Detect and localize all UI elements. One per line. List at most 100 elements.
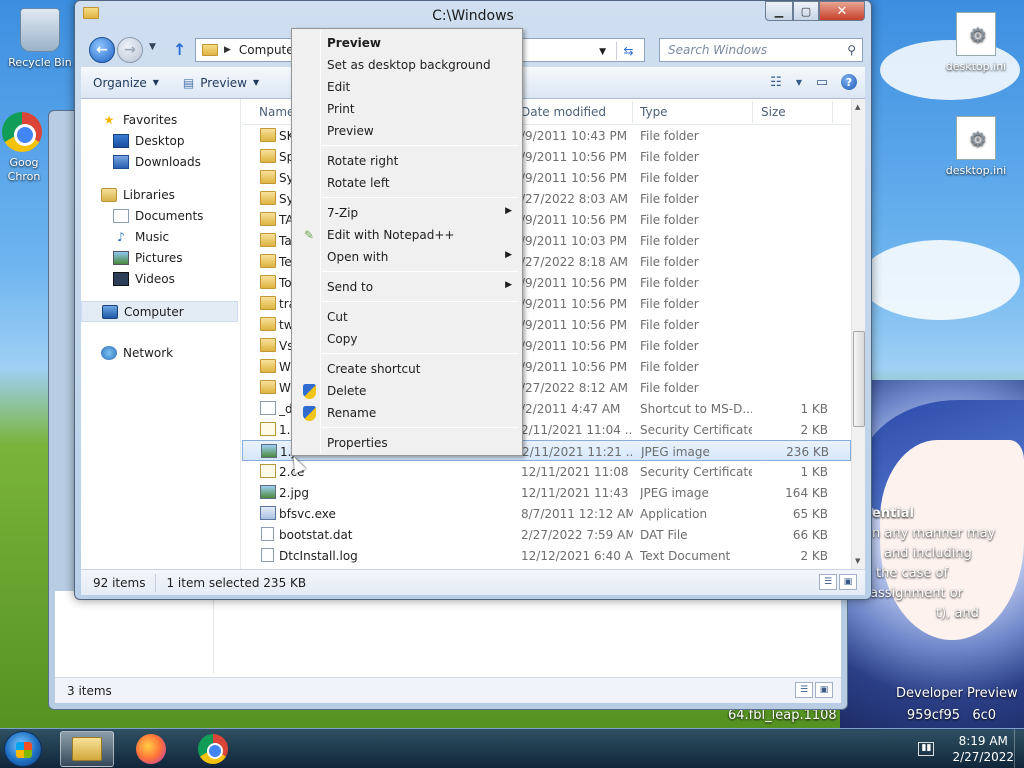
menu-item-create-shortcut[interactable]: Create shortcut: [294, 358, 520, 380]
nav-pictures[interactable]: Pictures: [81, 247, 240, 268]
menu-item-set-as-desktop-background[interactable]: Set as desktop background: [294, 54, 520, 76]
nav-libraries[interactable]: Libraries: [81, 184, 240, 205]
preview-button[interactable]: ▤ Preview ▼: [171, 76, 271, 90]
nav-favorites[interactable]: ★ Favorites: [81, 109, 240, 130]
refresh-icon[interactable]: ⇆: [616, 42, 640, 60]
taskbar: ▮▮ 8:19 AM 2/27/2022: [0, 728, 1024, 768]
details-view-icon[interactable]: ☰: [795, 682, 813, 698]
forward-button[interactable]: →: [117, 37, 143, 63]
menu-item-edit-with-notepad[interactable]: ✎ Edit with Notepad++: [294, 224, 520, 246]
menu-item-properties[interactable]: Properties: [294, 432, 520, 454]
file-date: /9/2011 10:03 PM: [521, 234, 628, 248]
context-menu: Preview Set as desktop background Edit Prin…: [291, 28, 523, 456]
column-divider[interactable]: [632, 101, 633, 123]
menu-item-edit[interactable]: Edit: [294, 76, 520, 98]
file-row[interactable]: DtcInstall.log 12/12/2021 6:40 AM Text Doc…: [242, 545, 851, 566]
column-header-name[interactable]: Name: [259, 105, 294, 119]
scroll-down-icon[interactable]: ▼: [855, 557, 860, 565]
menu-item-print[interactable]: Print: [294, 98, 520, 120]
menu-item-open-with[interactable]: Open with ▶: [294, 246, 520, 268]
menu-item-delete[interactable]: Delete: [294, 380, 520, 402]
file-type: JPEG image: [640, 486, 709, 500]
menu-item-7-zip[interactable]: 7-Zip ▶: [294, 202, 520, 224]
nav-desktop[interactable]: Desktop: [81, 130, 240, 151]
column-header-date[interactable]: Date modified: [521, 105, 606, 119]
details-view-icon[interactable]: ☰: [819, 574, 837, 590]
preview-pane-icon[interactable]: ▭: [813, 73, 831, 91]
nav-videos[interactable]: Videos: [81, 268, 240, 289]
menu-item-rotate-right[interactable]: Rotate right: [294, 150, 520, 172]
system-tray: ▮▮ 8:19 AM 2/27/2022: [918, 733, 1014, 765]
desktop-icon-label: Recycle Bin: [8, 56, 72, 69]
menu-separator: [322, 197, 518, 198]
menu-item-label: Cut: [327, 310, 348, 324]
desktop-icon-ini[interactable]: desktop.ini: [934, 12, 1018, 73]
nav-computer[interactable]: Computer: [81, 301, 238, 322]
breadcrumb-computer[interactable]: Computer: [239, 43, 299, 57]
status-bar: 92 items 1 item selected 235 KB ☰ ▣: [81, 569, 865, 595]
file-type: File folder: [640, 276, 699, 290]
menu-item-label: Preview: [327, 124, 374, 138]
desktop-icon-ini[interactable]: desktop.ini: [934, 116, 1018, 177]
column-divider[interactable]: [752, 101, 753, 123]
taskbar-chrome-button[interactable]: [186, 731, 240, 767]
file-type: File folder: [640, 213, 699, 227]
minimize-button[interactable]: ▁: [765, 1, 793, 21]
nav-label: Videos: [135, 271, 175, 286]
taskbar-explorer-button[interactable]: [60, 731, 114, 767]
file-date: /9/2011 10:56 PM: [521, 297, 628, 311]
file-row[interactable]: 2.ce 12/11/2021 11:08 ... Security Certifi…: [242, 461, 851, 482]
libraries-icon: [101, 187, 117, 202]
search-icon[interactable]: ⚲: [847, 43, 856, 57]
nav-label: Computer: [124, 304, 184, 319]
scroll-up-icon[interactable]: ▲: [855, 103, 860, 111]
large-icons-view-icon[interactable]: ▣: [839, 574, 857, 590]
search-input[interactable]: Search Windows ⚲: [659, 38, 863, 62]
taskbar-firefox-button[interactable]: [124, 731, 178, 767]
up-arrow-icon[interactable]: ↑: [173, 40, 186, 59]
nav-music[interactable]: ♪ Music: [81, 226, 240, 247]
nav-downloads[interactable]: Downloads: [81, 151, 240, 172]
column-divider[interactable]: [832, 101, 833, 123]
file-row[interactable]: bootstat.dat 2/27/2022 7:59 AM DAT File 66 …: [242, 524, 851, 545]
menu-item-copy[interactable]: Copy: [294, 328, 520, 350]
clock[interactable]: 8:19 AM 2/27/2022: [952, 733, 1014, 765]
network-status-icon[interactable]: ▮▮: [918, 742, 935, 756]
back-button[interactable]: ←: [89, 37, 115, 63]
desktop-icon-chrome[interactable]: Goog Chron: [0, 112, 54, 184]
file-type: Application: [640, 507, 708, 521]
file-type: File folder: [640, 129, 699, 143]
nav-documents[interactable]: Documents: [81, 205, 240, 226]
desktop-icon-recycle-bin[interactable]: Recycle Bin: [0, 8, 82, 69]
close-button[interactable]: ✕: [819, 1, 865, 21]
file-date: 2/11/2021 11:04 ...: [521, 423, 633, 437]
organize-button[interactable]: Organize ▼: [81, 76, 171, 90]
column-header-size[interactable]: Size: [761, 105, 786, 119]
show-desktop-button[interactable]: [1014, 729, 1024, 768]
menu-item-rotate-left[interactable]: Rotate left: [294, 172, 520, 194]
maximize-button[interactable]: ▢: [793, 1, 819, 21]
start-button[interactable]: [4, 731, 42, 767]
image-file-icon: [261, 444, 277, 458]
address-dropdown-icon[interactable]: ▼: [599, 47, 606, 57]
menu-item-cut[interactable]: Cut: [294, 306, 520, 328]
menu-item-label: Create shortcut: [327, 362, 421, 376]
file-row[interactable]: bfsvc.exe 8/7/2011 12:12 AM Application 65 …: [242, 503, 851, 524]
recent-pages-dropdown[interactable]: ▼: [149, 42, 156, 52]
file-size: 2 KB: [800, 549, 828, 563]
change-view-icon[interactable]: ☷: [767, 73, 785, 91]
file-row[interactable]: 2.jpg 12/11/2021 11:43 ... JPEG image 164 K…: [242, 482, 851, 503]
menu-item-send-to[interactable]: Send to ▶: [294, 276, 520, 298]
chevron-down-icon[interactable]: ▼: [795, 73, 803, 91]
menu-item-preview[interactable]: Preview: [294, 120, 520, 142]
scroll-thumb[interactable]: [853, 331, 865, 427]
vertical-scrollbar[interactable]: ▲ ▼: [851, 99, 865, 569]
pane-divider: [213, 591, 214, 673]
nav-network[interactable]: Network: [81, 342, 240, 363]
breadcrumb-arrow-icon[interactable]: ▶: [224, 45, 231, 55]
column-header-type[interactable]: Type: [640, 105, 668, 119]
menu-item-preview[interactable]: Preview: [294, 32, 520, 54]
large-icons-view-icon[interactable]: ▣: [815, 682, 833, 698]
help-icon[interactable]: ?: [841, 74, 857, 90]
menu-item-rename[interactable]: Rename: [294, 402, 520, 424]
